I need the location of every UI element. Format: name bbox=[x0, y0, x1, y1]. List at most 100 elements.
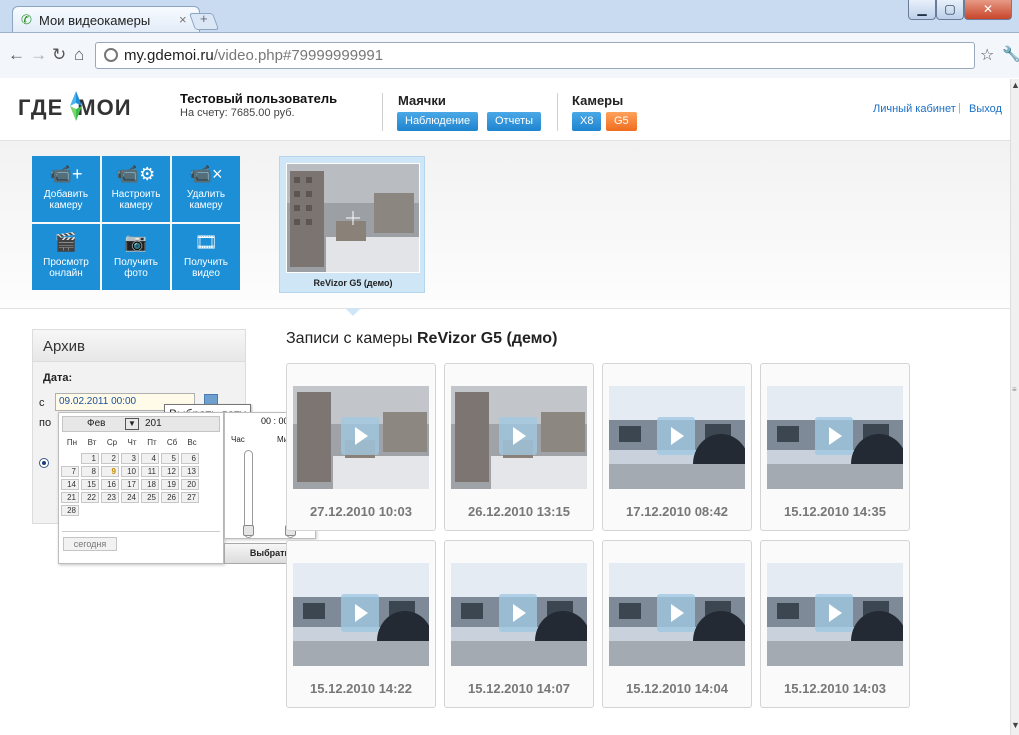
scroll-down-icon[interactable]: ▼ bbox=[1011, 720, 1019, 730]
calendar-day[interactable]: 6 bbox=[181, 453, 199, 464]
browser-tab[interactable]: ✆ Мои видеокамеры × bbox=[12, 6, 200, 32]
browser-toolbar: ← → ↻ ⌂ my.gdemoi.ru/video.php#799999999… bbox=[0, 32, 1019, 78]
record-timestamp: 26.12.2010 13:15 bbox=[468, 504, 570, 519]
calendar-day[interactable]: 12 bbox=[161, 466, 179, 477]
calendar-day[interactable]: 26 bbox=[161, 492, 179, 503]
calendar-day[interactable]: 19 bbox=[161, 479, 179, 490]
back-arrow-icon[interactable]: ← bbox=[8, 45, 25, 65]
calendar-day[interactable]: 18 bbox=[141, 479, 159, 490]
calendar-day[interactable]: 5 bbox=[161, 453, 179, 464]
photo-camera-icon: 📷 bbox=[124, 232, 148, 252]
chevron-down-icon[interactable]: ▼ bbox=[125, 418, 139, 430]
calendar-day[interactable]: 1 bbox=[81, 453, 99, 464]
calendar-day[interactable]: 11 bbox=[141, 466, 159, 477]
address-bar[interactable]: my.gdemoi.ru/video.php#79999999991 bbox=[95, 42, 975, 69]
header-divider bbox=[557, 93, 558, 131]
records-title-camera: ReVizor G5 (демо) bbox=[416, 330, 558, 347]
hour-label: Час bbox=[231, 435, 245, 444]
archive-radio-button[interactable] bbox=[39, 458, 49, 468]
record-card[interactable]: 15.12.2010 14:35 bbox=[760, 363, 910, 531]
get-photo-button[interactable]: 📷 Получить фото bbox=[102, 224, 170, 290]
scroll-up-icon[interactable]: ▲ bbox=[1011, 80, 1019, 90]
tab-close-icon[interactable]: × bbox=[179, 12, 187, 27]
logout-link[interactable]: Выход bbox=[969, 103, 1002, 115]
play-icon[interactable] bbox=[815, 594, 853, 632]
delete-camera-button[interactable]: 📹× Удалить камеру bbox=[172, 156, 240, 222]
logo-left-text: ГДЕ bbox=[18, 95, 64, 120]
record-card[interactable]: 15.12.2010 14:03 bbox=[760, 540, 910, 708]
calendar-day[interactable]: 2 bbox=[101, 453, 119, 464]
logo-right-text: МОИ bbox=[77, 95, 132, 120]
records-title-prefix: Записи с камеры bbox=[286, 330, 417, 347]
calendar-day[interactable]: 25 bbox=[141, 492, 159, 503]
hour-slider-handle[interactable] bbox=[243, 525, 254, 536]
reload-icon[interactable]: ↻ bbox=[52, 45, 66, 65]
play-icon[interactable] bbox=[657, 594, 695, 632]
wrench-icon[interactable]: 🔧 bbox=[1002, 45, 1019, 63]
camera-x8-button[interactable]: X8 bbox=[572, 112, 602, 131]
play-icon[interactable] bbox=[815, 417, 853, 455]
record-card[interactable]: 15.12.2010 14:22 bbox=[286, 540, 436, 708]
record-card[interactable]: 17.12.2010 08:42 bbox=[602, 363, 752, 531]
calendar-day[interactable]: 24 bbox=[121, 492, 139, 503]
hour-slider[interactable] bbox=[243, 450, 254, 538]
page-info-icon[interactable] bbox=[104, 48, 118, 62]
play-icon[interactable] bbox=[499, 594, 537, 632]
home-icon[interactable]: ⌂ bbox=[74, 45, 84, 65]
record-card[interactable]: 15.12.2010 14:07 bbox=[444, 540, 594, 708]
calendar-day[interactable]: 4 bbox=[141, 453, 159, 464]
star-icon[interactable]: ☆ bbox=[980, 45, 994, 65]
new-tab-plus-icon[interactable]: + bbox=[200, 11, 208, 26]
record-timestamp: 15.12.2010 14:22 bbox=[310, 681, 412, 696]
maximize-button[interactable]: ▢ bbox=[936, 0, 964, 20]
get-video-label: Получить видео bbox=[184, 257, 228, 279]
calendar-day[interactable]: 17 bbox=[121, 479, 139, 490]
close-window-button[interactable]: ✕ bbox=[964, 0, 1012, 20]
record-card[interactable]: 27.12.2010 10:03 bbox=[286, 363, 436, 531]
play-icon[interactable] bbox=[341, 417, 379, 455]
calendar-day[interactable]: 15 bbox=[81, 479, 99, 490]
calendar-day[interactable]: 3 bbox=[121, 453, 139, 464]
calendar-day[interactable]: 20 bbox=[181, 479, 199, 490]
calendar-day[interactable]: 14 bbox=[61, 479, 79, 490]
calendar-day[interactable]: 21 bbox=[61, 492, 79, 503]
month-select[interactable]: Фев bbox=[87, 418, 105, 429]
calendar-day[interactable]: 9 bbox=[101, 466, 119, 477]
weekday-label: Сб bbox=[166, 438, 178, 447]
play-icon[interactable] bbox=[499, 417, 537, 455]
address-text[interactable]: my.gdemoi.ru/video.php#79999999991 bbox=[124, 47, 383, 64]
calendar-day[interactable]: 8 bbox=[81, 466, 99, 477]
minimize-button[interactable]: ▁ bbox=[908, 0, 936, 20]
page-scrollbar[interactable] bbox=[1010, 79, 1019, 735]
play-icon[interactable] bbox=[657, 417, 695, 455]
calendar-day[interactable]: 10 bbox=[121, 466, 139, 477]
calendar-day[interactable]: 23 bbox=[101, 492, 119, 503]
calendar-day[interactable]: 7 bbox=[61, 466, 79, 477]
from-label: с bbox=[39, 397, 45, 409]
reports-button[interactable]: Отчеты bbox=[487, 112, 542, 131]
setup-camera-label: Настроить камеру bbox=[111, 189, 161, 211]
add-camera-button[interactable]: 📹+ Добавить камеру bbox=[32, 156, 100, 222]
get-video-button[interactable]: 🎞 Получить видео bbox=[172, 224, 240, 290]
camera-g5-button[interactable]: G5 bbox=[606, 112, 637, 131]
record-card[interactable]: 15.12.2010 14:04 bbox=[602, 540, 752, 708]
year-select[interactable]: 201 bbox=[145, 418, 162, 429]
calendar-day[interactable]: 22 bbox=[81, 492, 99, 503]
setup-camera-button[interactable]: 📹⚙ Настроить камеру bbox=[102, 156, 170, 222]
record-card[interactable]: 26.12.2010 13:15 bbox=[444, 363, 594, 531]
to-label: по bbox=[39, 417, 52, 429]
calendar-day[interactable]: 13 bbox=[181, 466, 199, 477]
forward-arrow-icon[interactable]: → bbox=[30, 45, 47, 65]
today-button[interactable]: сегодня bbox=[63, 537, 117, 551]
weekday-label: Пт bbox=[147, 438, 157, 447]
camera-card-revizor-g5[interactable]: ReVizor G5 (демо) bbox=[279, 156, 425, 293]
play-icon[interactable] bbox=[341, 594, 379, 632]
personal-cabinet-link[interactable]: Личный кабинет bbox=[873, 103, 956, 115]
calendar-day[interactable]: 27 bbox=[181, 492, 199, 503]
calendar-day[interactable]: 28 bbox=[61, 505, 79, 516]
observation-button[interactable]: Наблюдение bbox=[397, 112, 479, 131]
calendar-day[interactable]: 16 bbox=[101, 479, 119, 490]
scroll-grip-icon[interactable]: ≡ bbox=[1012, 385, 1017, 394]
camera-delete-icon: 📹× bbox=[189, 164, 223, 184]
live-view-button[interactable]: 🎬 Просмотр онлайн bbox=[32, 224, 100, 290]
